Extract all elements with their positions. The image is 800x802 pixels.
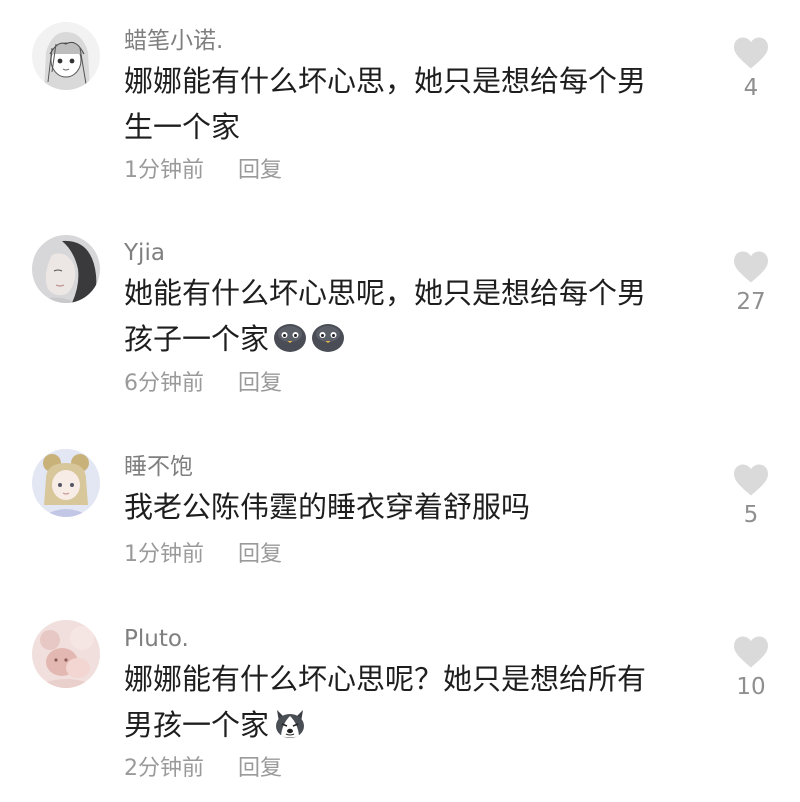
avatar[interactable] [32,235,100,303]
avatar[interactable] [32,620,100,688]
reply-button[interactable]: 回复 [238,371,282,396]
comment-text-line: 她能有什么坏心思呢，她只是想给每个男 [124,276,647,310]
comment-text-fragment: 孩子一个家 [124,322,270,356]
like-count: 10 [736,674,766,700]
sad-blob-emoji-icon [273,320,307,354]
comment-text-line: 娜娜能有什么坏心思呢？她只是想给所有 [124,662,647,696]
heart-icon[interactable] [732,36,770,70]
comment-text-line: 生一个家 [124,110,241,144]
comment-username[interactable]: 睡不饱 [124,452,193,482]
comment-text: 娜娜能有什么坏心思呢？她只是想给所有 男孩一个家 [124,656,694,748]
reply-button[interactable]: 回复 [238,542,282,567]
avatar[interactable] [32,449,100,517]
like-count: 4 [743,75,759,101]
comment-time: 1分钟前 [124,542,204,567]
comment-text-line: 娜娜能有什么坏心思，她只是想给每个男 [124,64,647,98]
comment-text: 娜娜能有什么坏心思，她只是想给每个男 生一个家 [124,58,694,150]
sad-blob-emoji-icon [311,320,345,354]
comment-text: 我老公陈伟霆的睡衣穿着舒服吗 [124,484,694,530]
comment-text-line: 我老公陈伟霆的睡衣穿着舒服吗 [124,490,531,524]
comment-meta: 2分钟前 回复 [124,754,282,784]
comment-time: 6分钟前 [124,371,204,396]
comment-time: 2分钟前 [124,756,204,781]
comment-text: 她能有什么坏心思呢，她只是想给每个男 孩子一个家 [124,270,694,362]
like-button[interactable]: 4 [728,36,774,102]
husky-dog-emoji-icon [273,706,307,740]
heart-icon[interactable] [732,250,770,284]
avatar[interactable] [32,22,100,90]
heart-icon[interactable] [732,463,770,497]
reply-button[interactable]: 回复 [238,756,282,781]
comment-text-fragment: 男孩一个家 [124,708,270,742]
reply-button[interactable]: 回复 [238,158,282,183]
heart-icon[interactable] [732,635,770,669]
like-button[interactable]: 10 [728,635,774,701]
comment-text-line: 男孩一个家 [124,702,694,748]
like-count: 5 [743,502,759,528]
like-button[interactable]: 5 [728,463,774,529]
comment-meta: 6分钟前 回复 [124,369,282,399]
comment-username[interactable]: 蜡笔小诺. [124,26,223,56]
like-button[interactable]: 27 [728,250,774,316]
comment-username[interactable]: Yjia [124,238,165,268]
comment-meta: 1分钟前 回复 [124,156,282,186]
like-count: 27 [736,289,766,315]
comment-username[interactable]: Pluto. [124,624,189,654]
comment-time: 1分钟前 [124,158,204,183]
comment-text-line: 孩子一个家 [124,316,694,362]
comment-meta: 1分钟前 回复 [124,540,282,570]
